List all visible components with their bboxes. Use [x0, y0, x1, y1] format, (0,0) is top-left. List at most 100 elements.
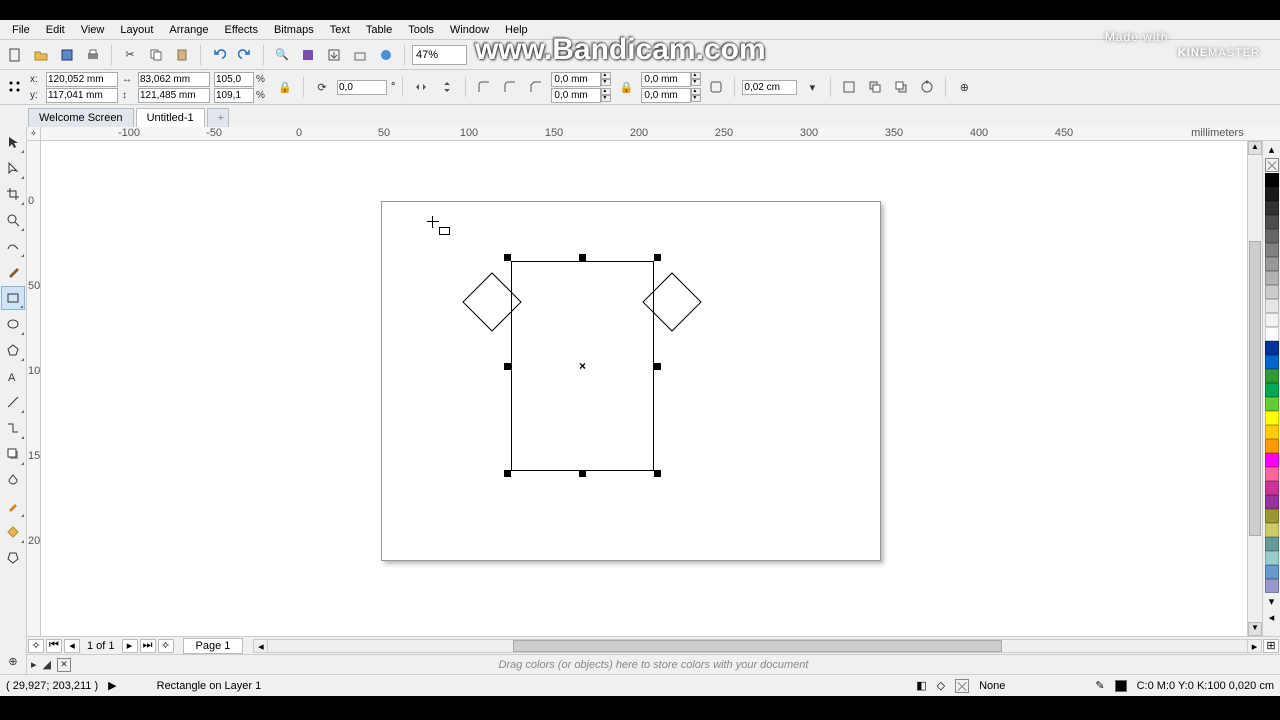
height-input[interactable]	[138, 88, 210, 103]
menu-effects[interactable]: Effects	[217, 22, 266, 38]
color-swatch[interactable]	[1265, 327, 1279, 341]
palette-scroll-up-icon[interactable]: ▴	[1263, 141, 1280, 157]
color-swatch[interactable]	[1265, 397, 1279, 411]
corner-tl-input[interactable]	[551, 72, 601, 87]
selection-handle[interactable]	[654, 470, 661, 477]
export-icon[interactable]	[323, 44, 345, 66]
color-swatch[interactable]	[1265, 523, 1279, 537]
shape-tool-icon[interactable]	[1, 156, 25, 180]
first-page-icon[interactable]: ⏮	[46, 639, 62, 653]
selection-handle[interactable]	[654, 363, 661, 370]
menu-bitmaps[interactable]: Bitmaps	[266, 22, 322, 38]
color-swatch[interactable]	[1265, 453, 1279, 467]
app-launcher-icon[interactable]	[375, 44, 397, 66]
tab-welcome[interactable]: Welcome Screen	[28, 108, 134, 127]
add-page-icon[interactable]: ✧	[28, 639, 44, 653]
palette-scroll-down-icon[interactable]: ▾	[1263, 593, 1280, 609]
scale-y-input[interactable]	[214, 88, 254, 103]
relative-corner-icon[interactable]	[705, 76, 727, 98]
import-icon[interactable]	[297, 44, 319, 66]
color-swatch[interactable]	[1265, 551, 1279, 565]
doc-palette-noclr-icon[interactable]: ✕	[57, 658, 71, 672]
tab-add[interactable]: +	[207, 108, 229, 127]
selection-handle[interactable]	[504, 254, 511, 261]
undo-icon[interactable]	[208, 44, 230, 66]
transparency-tool-icon[interactable]	[1, 468, 25, 492]
parallel-dim-icon[interactable]	[1, 390, 25, 414]
print-icon[interactable]	[82, 44, 104, 66]
crop-tool-icon[interactable]	[1, 182, 25, 206]
corner-lock-icon[interactable]: 🔒	[615, 76, 637, 98]
outline-color-chip[interactable]	[1115, 680, 1127, 692]
corner-chamfer-icon[interactable]	[525, 76, 547, 98]
color-swatch[interactable]	[1265, 215, 1279, 229]
quick-customize-icon[interactable]: ⊕	[953, 76, 975, 98]
palette-flyout-icon[interactable]: ◂	[1263, 609, 1280, 625]
origin-icon[interactable]	[4, 76, 26, 98]
x-input[interactable]	[46, 72, 118, 87]
freehand-tool-icon[interactable]	[1, 234, 25, 258]
fill-indicator-icon[interactable]: ◇	[937, 679, 945, 692]
corner-tr-input[interactable]	[641, 72, 691, 87]
scale-x-input[interactable]	[214, 72, 254, 87]
redo-icon[interactable]	[234, 44, 256, 66]
publish-icon[interactable]	[349, 44, 371, 66]
color-swatch[interactable]	[1265, 439, 1279, 453]
pick-tool-icon[interactable]	[1, 130, 25, 154]
color-swatch[interactable]	[1265, 495, 1279, 509]
selection-handle[interactable]	[504, 470, 511, 477]
color-swatch[interactable]	[1265, 257, 1279, 271]
smart-fill-icon[interactable]	[1, 546, 25, 570]
selection-center-icon[interactable]: ×	[579, 359, 586, 373]
menu-edit[interactable]: Edit	[38, 22, 73, 38]
new-icon[interactable]	[4, 44, 26, 66]
color-eyedropper-icon[interactable]	[1, 494, 25, 518]
color-swatch[interactable]	[1265, 579, 1279, 593]
color-swatch[interactable]	[1265, 285, 1279, 299]
menu-text[interactable]: Text	[322, 22, 358, 38]
document-palette[interactable]: ▸ ◢ ✕ Drag colors (or objects) here to s…	[27, 654, 1280, 674]
color-swatch[interactable]	[1265, 173, 1279, 187]
horizontal-ruler[interactable]: -100 -50 0 50 100 150 200 250 300 350 40…	[41, 127, 1280, 141]
color-proof-icon[interactable]: ◧	[916, 679, 926, 692]
scroll-left-icon[interactable]: ◂	[254, 640, 268, 652]
play-script-icon[interactable]: ▶	[108, 679, 116, 692]
scroll-thumb[interactable]	[1249, 241, 1261, 536]
menu-file[interactable]: File	[4, 22, 38, 38]
search-icon[interactable]: 🔍	[271, 44, 293, 66]
vertical-ruler[interactable]: 0 50 100 150 200	[27, 141, 41, 636]
cut-icon[interactable]: ✂	[119, 44, 141, 66]
color-swatch[interactable]	[1265, 299, 1279, 313]
mirror-h-icon[interactable]	[410, 76, 432, 98]
doc-palette-eyedrop-icon[interactable]: ◢	[43, 658, 51, 672]
nav-view-icon[interactable]: ⊞	[1263, 639, 1279, 653]
color-swatch[interactable]	[1265, 425, 1279, 439]
menu-table[interactable]: Table	[358, 22, 400, 38]
rectangle-tool-icon[interactable]	[1, 286, 25, 310]
y-input[interactable]	[46, 88, 118, 103]
to-front-icon[interactable]	[864, 76, 886, 98]
paste-icon[interactable]	[171, 44, 193, 66]
text-tool-icon[interactable]: A	[1, 364, 25, 388]
fill-none-icon[interactable]	[955, 679, 969, 693]
corner-scallop-icon[interactable]	[499, 76, 521, 98]
color-swatch[interactable]	[1265, 467, 1279, 481]
vertical-scrollbar[interactable]: ✕ ▲ ▼	[1247, 141, 1262, 636]
polygon-tool-icon[interactable]	[1, 338, 25, 362]
scroll-down-icon[interactable]: ▼	[1248, 622, 1262, 636]
selection-handle[interactable]	[504, 363, 511, 370]
copy-icon[interactable]	[145, 44, 167, 66]
menu-arrange[interactable]: Arrange	[161, 22, 216, 38]
menu-tools[interactable]: Tools	[400, 22, 442, 38]
color-swatch[interactable]	[1265, 243, 1279, 257]
to-back-icon[interactable]	[890, 76, 912, 98]
interactive-fill-icon[interactable]	[1, 520, 25, 544]
selection-handle[interactable]	[579, 254, 586, 261]
outline-dropdown-icon[interactable]: ▾	[801, 76, 823, 98]
width-input[interactable]	[138, 72, 210, 87]
convert-curves-icon[interactable]	[916, 76, 938, 98]
quick-customize-tool-icon[interactable]: ⊕	[1, 649, 25, 673]
corner-bl-input[interactable]	[551, 88, 601, 103]
color-swatch[interactable]	[1265, 565, 1279, 579]
next-page-icon[interactable]: ▸	[122, 639, 138, 653]
